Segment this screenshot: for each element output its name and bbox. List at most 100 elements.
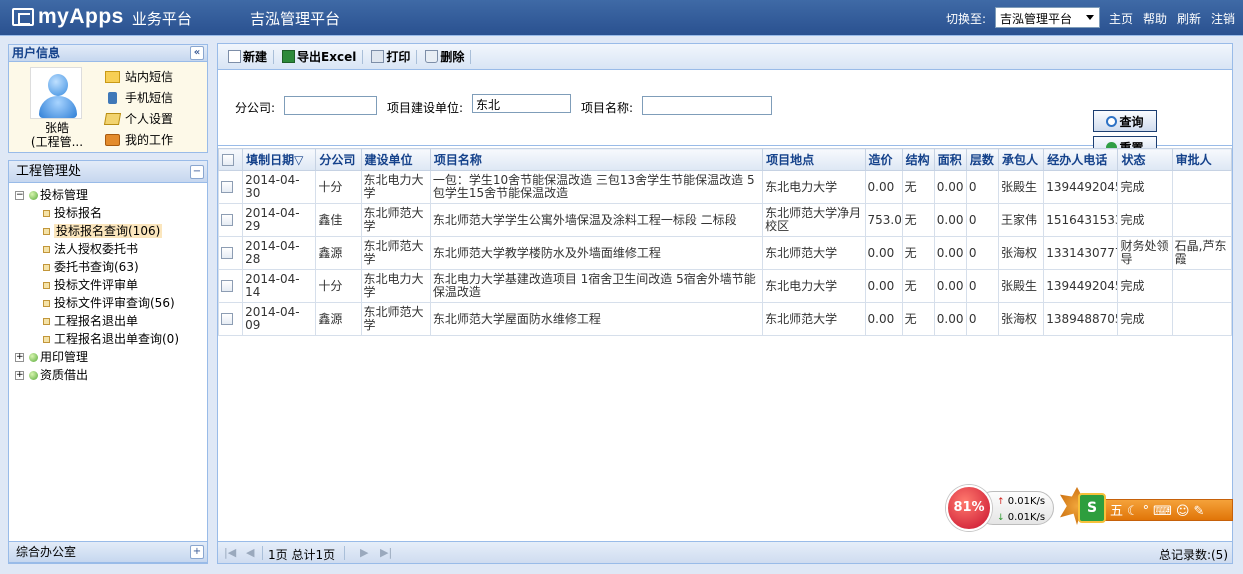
table-row[interactable]: 2014-04-29 鑫佳 东北师范大学 东北师范大学学生公寓外墙保温及涂料工程一标段…	[217, 203, 1233, 237]
minus-icon[interactable]: −	[15, 191, 24, 200]
table-cell: 张殿生	[998, 269, 1045, 303]
logout-link[interactable]: 注销	[1211, 10, 1235, 27]
table-cell: 0.00	[933, 269, 967, 303]
row-select-cell[interactable]	[217, 236, 244, 270]
leaf-icon	[43, 300, 50, 307]
plus-icon[interactable]: +	[15, 371, 24, 380]
column-header[interactable]: 项目地点	[762, 148, 866, 171]
tree-item-bid-registration-query[interactable]: 投标报名查询(106)	[15, 222, 179, 240]
tree-item-label: 工程报名退出单查询(0)	[54, 332, 179, 346]
row-select-cell[interactable]	[217, 302, 244, 336]
row-checkbox[interactable]	[221, 280, 233, 292]
column-header[interactable]: 分公司	[315, 148, 362, 171]
tree-item-label: 法人授权委托书	[54, 242, 139, 256]
pagination-bar: |◀ ◀ 1页 总计1页 ▶ ▶| 总记录数:(5)	[218, 541, 1232, 563]
general-office-panel[interactable]: 综合办公室 +	[8, 541, 208, 563]
row-checkbox[interactable]	[221, 247, 233, 259]
column-header[interactable]: 面积	[933, 148, 967, 171]
row-checkbox[interactable]	[221, 214, 233, 226]
refresh-link[interactable]: 刷新	[1177, 10, 1201, 27]
help-link[interactable]: 帮助	[1143, 10, 1167, 27]
tree-node-bidding[interactable]: − 投标管理	[15, 186, 179, 204]
table-cell: 张海权	[998, 236, 1045, 270]
new-button-label: 新建	[243, 50, 268, 64]
column-header[interactable]: 承包人	[998, 148, 1045, 171]
column-header[interactable]: 填制日期▽	[242, 148, 317, 171]
search-form: 分公司: 项目建设单位: 东北 项目名称: 查询 重置	[218, 70, 1232, 158]
column-header[interactable]: 层数	[965, 148, 1000, 171]
table-cell: 0.00	[864, 302, 903, 336]
leaf-icon	[43, 336, 50, 343]
column-header[interactable]: 结构	[901, 148, 935, 171]
excel-icon	[282, 50, 296, 63]
table-cell	[1171, 203, 1233, 237]
tree-item-bid-review-query[interactable]: 投标文件评审查询(56)	[15, 294, 179, 312]
memory-usage-ball[interactable]: 81%	[946, 485, 992, 531]
collapse-left-icon[interactable]: «	[190, 46, 204, 60]
myapps-logo-icon	[12, 8, 34, 26]
next-page-icon[interactable]: ▶	[360, 546, 368, 559]
row-select-cell[interactable]	[217, 170, 244, 204]
table-row[interactable]: 2014-04-30 十分 东北电力大学 一包：学生10舍节能保温改造 三包13舍学生…	[217, 170, 1233, 204]
first-page-icon[interactable]: |◀	[224, 546, 236, 559]
collapse-icon[interactable]: −	[190, 165, 204, 179]
export-excel-button[interactable]: 导出Excel	[282, 48, 356, 65]
row-checkbox[interactable]	[221, 181, 233, 193]
folder-dot-icon	[29, 371, 38, 380]
tree-node-seal-management[interactable]: + 用印管理	[15, 348, 179, 366]
column-header[interactable]: 状态	[1117, 148, 1173, 171]
page-info: 1页 总计1页	[268, 548, 336, 562]
toolbar: 新建 导出Excel 打印 删除	[218, 44, 1232, 70]
tree-node-qualification-lending[interactable]: + 资质借出	[15, 366, 179, 384]
prev-page-icon[interactable]: ◀	[246, 546, 254, 559]
table-cell: 0.00	[933, 203, 967, 237]
plus-icon[interactable]: +	[15, 353, 24, 362]
table-cell: 0	[965, 302, 1000, 336]
new-button[interactable]: 新建	[228, 48, 267, 65]
print-button[interactable]: 打印	[371, 48, 410, 65]
select-all-checkbox[interactable]	[222, 154, 234, 166]
leaf-icon	[43, 282, 50, 289]
tree-item-withdrawal-query[interactable]: 工程报名退出单查询(0)	[15, 330, 179, 348]
table-row[interactable]: 2014-04-28 鑫源 东北师范大学 东北师范大学教学楼防水及外墙面维修工程 东北师…	[217, 236, 1233, 270]
column-header[interactable]: 审批人	[1171, 148, 1233, 171]
tree-item-withdrawal[interactable]: 工程报名退出单	[15, 312, 179, 330]
table-row[interactable]: 2014-04-14 十分 东北电力大学 东北电力大学基建改造项目 1宿舍卫生间改造 …	[217, 269, 1233, 303]
home-link[interactable]: 主页	[1109, 10, 1133, 27]
branch-input[interactable]	[284, 96, 377, 115]
tree-item-label: 委托书查询(63)	[54, 260, 139, 274]
row-select-cell[interactable]	[217, 269, 244, 303]
personal-settings-link[interactable]: 个人设置	[103, 108, 173, 129]
column-header[interactable]: 项目名称	[429, 148, 764, 171]
tree-item-power-of-attorney[interactable]: 法人授权委托书	[15, 240, 179, 258]
expand-icon[interactable]: +	[190, 545, 204, 559]
select-all-header[interactable]	[217, 148, 244, 171]
internal-message-link[interactable]: 站内短信	[105, 66, 173, 87]
general-office-header[interactable]: 综合办公室 +	[8, 541, 208, 563]
table-row[interactable]: 2014-04-09 鑫源 东北师范大学 东北师范大学屋面防水维修工程 东北师范大学 0.…	[217, 302, 1233, 336]
delete-button[interactable]: 删除	[425, 48, 464, 65]
tree-item-attorney-query[interactable]: 委托书查询(63)	[15, 258, 179, 276]
user-info-header: 用户信息 «	[8, 44, 208, 62]
tree-item-bid-review[interactable]: 投标文件评审单	[15, 276, 179, 294]
table-cell: 东北师范大学屋面防水维修工程	[429, 302, 764, 336]
row-select-cell[interactable]	[217, 203, 244, 237]
column-header[interactable]: 造价	[864, 148, 903, 171]
row-checkbox[interactable]	[221, 313, 233, 325]
unit-input[interactable]: 东北	[472, 94, 571, 113]
query-button[interactable]: 查询	[1093, 110, 1157, 132]
network-monitor-widget[interactable]: ↑ 0.01K/s ↓ 0.01K/s 81%	[946, 485, 1056, 531]
user-name-text: 张皓	[44, 121, 69, 135]
platform-select[interactable]: 吉泓管理平台	[995, 7, 1100, 28]
app-title: 吉泓管理平台	[250, 10, 341, 28]
tree-item-bid-registration[interactable]: 投标报名	[15, 204, 179, 222]
column-header[interactable]: 建设单位	[360, 148, 431, 171]
sogou-logo-icon[interactable]: S	[1078, 493, 1106, 523]
ime-toolbar[interactable]: S 五☾°⌨☺✎	[1060, 487, 1233, 527]
project-name-input[interactable]	[642, 96, 772, 115]
export-excel-label: 导出Excel	[297, 50, 357, 64]
my-work-link[interactable]: 我的工作	[105, 129, 173, 150]
last-page-icon[interactable]: ▶|	[380, 546, 392, 559]
sms-link[interactable]: 手机短信	[105, 87, 173, 108]
column-header[interactable]: 经办人电话	[1043, 148, 1119, 171]
